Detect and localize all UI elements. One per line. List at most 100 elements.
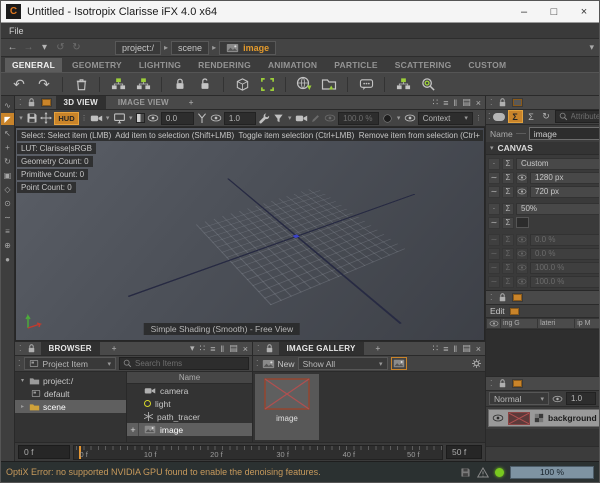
save-view-icon[interactable] — [26, 111, 38, 125]
visibility-cell[interactable] — [516, 186, 528, 198]
panel-context-icon[interactable] — [512, 293, 523, 302]
panel-lock-icon[interactable] — [26, 343, 37, 354]
undo-icon[interactable]: ↶ — [9, 74, 29, 94]
anim-cell[interactable]: ∼ — [488, 172, 500, 184]
visibility-column[interactable] — [487, 319, 500, 328]
anim-cell[interactable]: · — [488, 158, 500, 170]
name-field[interactable] — [529, 127, 600, 140]
attribute-search-input[interactable] — [571, 112, 600, 121]
pivot-tool-icon[interactable]: ◇ — [1, 183, 14, 195]
exposure-icon[interactable] — [136, 113, 145, 123]
view-options-caret-icon[interactable]: ▾ — [18, 114, 24, 122]
panel-grip-icon[interactable]: ⁚ — [19, 344, 22, 353]
anim-cell[interactable]: ∼ — [488, 186, 500, 198]
list-name-header[interactable]: Name — [127, 372, 252, 384]
breadcrumb-folder[interactable]: scene — [171, 41, 209, 55]
select-tool-icon[interactable]: ◤ — [1, 113, 14, 125]
browser-search[interactable] — [119, 357, 249, 370]
new-image-icon[interactable] — [262, 359, 275, 369]
nav-history-caret-icon[interactable]: ▾ — [38, 42, 51, 53]
add-browser-tab-button[interactable]: + — [104, 342, 125, 355]
spawn-tool-icon[interactable]: ⊕ — [1, 239, 14, 251]
resolution-percent-dropdown[interactable]: 50%▾ — [516, 203, 600, 215]
tab-scattering[interactable]: SCATTERING — [388, 58, 459, 72]
panel-close-icon[interactable]: × — [476, 98, 481, 108]
expand-caret-icon[interactable]: ▾ — [19, 377, 26, 384]
add-view-tab-button[interactable]: + — [181, 96, 202, 109]
browser-caret-icon[interactable]: ▾ — [190, 343, 195, 354]
panel-grip-icon[interactable]: ⁚ — [490, 293, 493, 302]
timeline-start-field[interactable]: 0 f — [18, 445, 70, 459]
maximize-button[interactable]: □ — [539, 1, 569, 22]
new-item-icon[interactable] — [133, 74, 153, 94]
blend-mode-dropdown[interactable]: Normal ▾ — [489, 392, 549, 405]
export-context-icon[interactable] — [319, 74, 339, 94]
tab-particle[interactable]: PARTICLE — [327, 58, 384, 72]
exposure-field[interactable]: 0.0 — [161, 112, 194, 125]
annotate-icon[interactable] — [310, 111, 322, 125]
new-image-label[interactable]: New — [278, 359, 295, 369]
add-expression-icon[interactable]: Σ — [525, 110, 538, 123]
list-item-camera[interactable]: camera — [127, 384, 252, 397]
resolution-preset-dropdown[interactable]: Custom▾ — [516, 158, 600, 170]
menu-file[interactable]: File — [9, 26, 24, 36]
paint-tool-icon[interactable]: ∼ — [1, 211, 14, 223]
viewport-3d[interactable]: Select: Select item (LMB) Add item to se… — [15, 127, 485, 341]
layout-stack-icon[interactable]: ▤ — [462, 97, 471, 108]
tab-geometry[interactable]: GEOMETRY — [65, 58, 129, 72]
region-checkbox[interactable] — [516, 217, 529, 228]
camera-caret-icon[interactable]: ▾ — [105, 114, 111, 122]
shading-caret-icon[interactable]: ▾ — [396, 114, 402, 122]
lut-strength-field[interactable]: 100.0 % — [338, 112, 379, 125]
pill-filter-icon[interactable] — [493, 110, 506, 123]
make-instance-icon[interactable] — [393, 74, 413, 94]
hud-toggle-button[interactable]: HUD — [54, 112, 78, 125]
log-icon[interactable] — [460, 467, 471, 478]
panel-lock-icon[interactable] — [497, 378, 508, 389]
nav-end-caret-icon[interactable]: ▾ — [589, 42, 594, 53]
delete-icon[interactable] — [71, 74, 91, 94]
breadcrumb-root[interactable]: project:/ — [115, 41, 161, 55]
tab-custom[interactable]: CUSTOM — [461, 58, 513, 72]
shading-ball-icon[interactable] — [381, 111, 393, 125]
expression-cell[interactable]: Σ — [502, 158, 514, 170]
translate-tool-icon[interactable]: + — [1, 141, 14, 153]
minimize-button[interactable]: – — [509, 1, 539, 22]
layer-opacity-field[interactable]: 1.0 — [566, 392, 596, 405]
unlock-icon[interactable] — [195, 74, 215, 94]
list-item-path-tracer[interactable]: path_tracer — [127, 410, 252, 423]
isolate-icon[interactable] — [232, 74, 252, 94]
panel-grip-icon[interactable]: ⁚ — [490, 98, 493, 107]
measure-tool-icon[interactable]: ≡ — [1, 225, 14, 237]
tab-3d-view[interactable]: 3D VIEW — [56, 96, 106, 109]
filter-caret-icon[interactable]: ▾ — [287, 114, 293, 122]
expressions-toggle-button[interactable]: Σ — [508, 110, 523, 123]
opacity-eye-icon[interactable] — [552, 395, 563, 403]
gamma-field[interactable]: 1.0 — [224, 112, 257, 125]
layer-visibility-eye-icon[interactable] — [492, 414, 504, 422]
panel-grip-icon[interactable]: ⁚ — [490, 379, 493, 388]
warning-icon[interactable] — [477, 467, 489, 478]
expression-cell[interactable]: Σ — [502, 172, 514, 184]
fit-selection-icon[interactable] — [257, 74, 277, 94]
add-gallery-tab-button[interactable]: + — [368, 342, 389, 355]
nav-forward-icon[interactable]: → — [22, 42, 35, 53]
anim-cell[interactable]: · — [488, 203, 500, 215]
panel-lock-icon[interactable] — [497, 97, 508, 108]
layout-stack-icon[interactable]: ▤ — [229, 343, 238, 354]
panel-target-icon[interactable] — [512, 98, 523, 107]
display-caret-icon[interactable]: ▾ — [128, 114, 134, 122]
curve-tool-icon[interactable]: ∿ — [1, 99, 14, 111]
shading-layer-list[interactable] — [486, 330, 600, 376]
resolution-x-field[interactable]: 1280 px — [530, 172, 600, 184]
panel-close-icon[interactable]: × — [476, 344, 481, 354]
snap-tool-icon[interactable]: ⊙ — [1, 197, 14, 209]
lut-eye-icon[interactable] — [324, 111, 336, 125]
history-undo-icon[interactable]: ↺ — [54, 42, 67, 53]
column-clip-map[interactable]: ip M — [575, 319, 600, 328]
tree-item-scene[interactable]: ▸ scene — [15, 400, 126, 413]
lasso-select-tool-icon[interactable]: ↖ — [1, 127, 14, 139]
tab-general[interactable]: GENERAL — [5, 58, 62, 72]
layout-rows-icon[interactable]: ≡ — [443, 98, 448, 108]
display-mode-icon[interactable] — [113, 111, 126, 125]
